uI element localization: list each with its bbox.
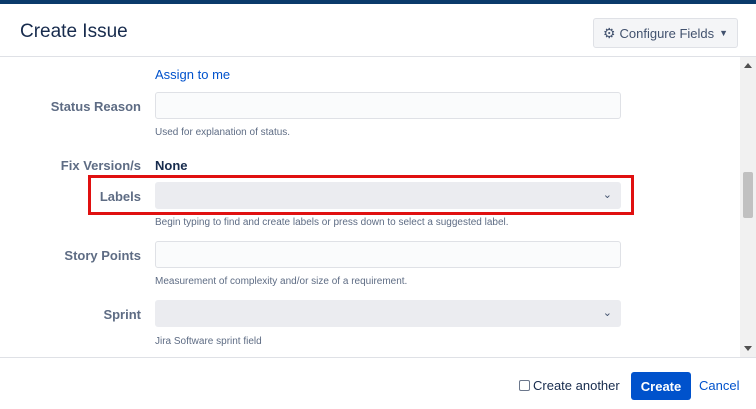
create-issue-dialog: Create Issue ⚙ Configure Fields ▼ Assign… <box>0 4 756 409</box>
scroll-down-icon[interactable] <box>744 346 752 351</box>
labels-highlight-box <box>88 175 634 215</box>
cancel-link[interactable]: Cancel <box>699 378 739 393</box>
status-reason-help: Used for explanation of status. <box>155 127 291 138</box>
vertical-scrollbar[interactable] <box>740 57 756 357</box>
sprint-help: Jira Software sprint field <box>155 336 262 347</box>
dialog-header: Create Issue ⚙ Configure Fields ▼ <box>0 4 756 57</box>
create-another-checkbox[interactable] <box>519 380 530 391</box>
dialog-footer: Create another Create Cancel <box>0 357 756 409</box>
labels-help: Begin typing to find and create labels o… <box>155 217 509 228</box>
story-points-input[interactable] <box>155 241 621 268</box>
fix-versions-label: Fix Version/s <box>60 158 141 173</box>
caret-down-icon: ▼ <box>719 28 729 38</box>
status-reason-label: Status Reason <box>50 99 141 114</box>
scroll-up-icon[interactable] <box>744 63 752 68</box>
create-another-toggle[interactable]: Create another <box>519 378 620 393</box>
configure-fields-label: Configure Fields <box>619 25 715 41</box>
assign-to-me-link[interactable]: Assign to me <box>155 67 230 82</box>
story-points-label: Story Points <box>64 248 141 263</box>
sprint-label: Sprint <box>103 307 141 322</box>
chevron-down-icon: ⌄ <box>602 307 612 319</box>
create-another-label: Create another <box>533 378 620 393</box>
fix-versions-value: None <box>155 158 188 173</box>
dialog-body: Assign to me Status Reason Used for expl… <box>0 57 740 357</box>
scroll-thumb[interactable] <box>743 172 753 218</box>
sprint-select[interactable]: ⌄ <box>155 300 621 327</box>
story-points-help: Measurement of complexity and/or size of… <box>155 276 408 287</box>
create-button[interactable]: Create <box>631 372 691 400</box>
configure-fields-button[interactable]: ⚙ Configure Fields ▼ <box>593 18 738 48</box>
status-reason-input[interactable] <box>155 92 621 119</box>
gear-icon: ⚙ <box>602 24 616 41</box>
dialog-title: Create Issue <box>20 21 128 42</box>
